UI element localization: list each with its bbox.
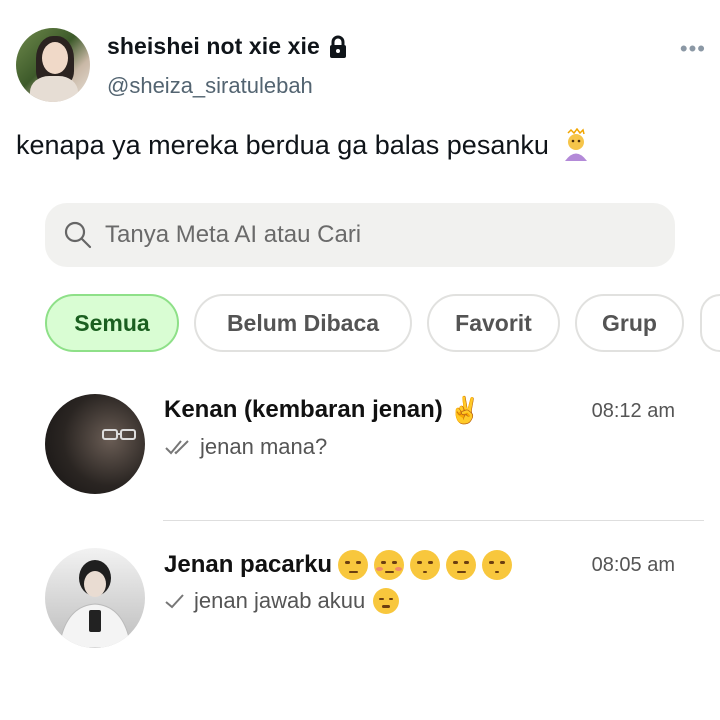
- filter-chips: Semua Belum Dibaca Favorit Grup: [45, 294, 684, 352]
- filter-chip-grup[interactable]: Grup: [575, 294, 684, 352]
- chat-name: Jenan pacarku: [164, 550, 513, 580]
- double-check-icon: [165, 440, 189, 455]
- chat-name: Kenan (kembaran jenan) ✌: [164, 396, 481, 424]
- search-placeholder: Tanya Meta AI atau Cari: [105, 221, 362, 248]
- avatar-body: [30, 76, 78, 102]
- chat-preview: jenan jawab akuu: [164, 588, 400, 614]
- display-name[interactable]: sheishei not xie xie: [107, 33, 348, 60]
- filter-chip-semua[interactable]: Semua: [45, 294, 179, 352]
- single-check-icon: [165, 594, 184, 609]
- chat-item-jenan[interactable]: Jenan pacarku 08:05 am jenan jawab akuu: [45, 548, 720, 658]
- kissing-face-emoji-icon: [410, 550, 441, 580]
- search-bar[interactable]: Tanya Meta AI atau Cari: [45, 203, 675, 267]
- filter-chip-partial[interactable]: [700, 294, 720, 352]
- chat-divider: [163, 520, 704, 521]
- relieved-face-emoji-icon: [338, 550, 369, 580]
- tweet-text-content: kenapa ya mereka berdua ga balas pesanku: [16, 129, 549, 160]
- display-name-text: sheishei not xie xie: [107, 33, 320, 59]
- contact-avatar[interactable]: [45, 394, 145, 494]
- chat-time: 08:12 am: [591, 400, 675, 422]
- chat-message-text: jenan jawab akuu: [194, 588, 366, 613]
- smiling-hearts-emoji-icon: [374, 550, 405, 580]
- chat-item-kenan[interactable]: Kenan (kembaran jenan) ✌ 08:12 am jenan …: [45, 394, 720, 504]
- avatar-face: [42, 42, 68, 74]
- contact-photo-icon: [102, 429, 136, 440]
- contact-photo-icon: [58, 560, 132, 648]
- chat-name-text: Kenan (kembaran jenan): [164, 396, 443, 423]
- search-icon: [64, 221, 92, 249]
- lock-icon: [329, 35, 346, 58]
- chat-message-text: jenan mana?: [200, 434, 328, 459]
- chat-name-text: Jenan pacarku: [164, 551, 333, 578]
- kissing-smiling-eyes-emoji-icon: [482, 550, 513, 580]
- tweet-text: kenapa ya mereka berdua ga balas pesanku: [16, 128, 593, 162]
- pleading-person-emoji-icon: [564, 128, 587, 161]
- profile-avatar[interactable]: [16, 28, 90, 102]
- filter-chip-favorit[interactable]: Favorit: [427, 294, 560, 352]
- user-handle[interactable]: @sheiza_siratulebah: [107, 73, 313, 99]
- chat-time: 08:05 am: [591, 554, 675, 576]
- more-icon[interactable]: •••: [680, 36, 706, 62]
- chat-preview: jenan mana?: [164, 434, 327, 460]
- victory-hand-emoji-icon: ✌: [448, 395, 482, 425]
- confounded-face-emoji-icon: [373, 588, 400, 614]
- filter-chip-belum-dibaca[interactable]: Belum Dibaca: [194, 294, 412, 352]
- contact-avatar[interactable]: [45, 548, 145, 648]
- face-with-hand-emoji-icon: [446, 550, 477, 580]
